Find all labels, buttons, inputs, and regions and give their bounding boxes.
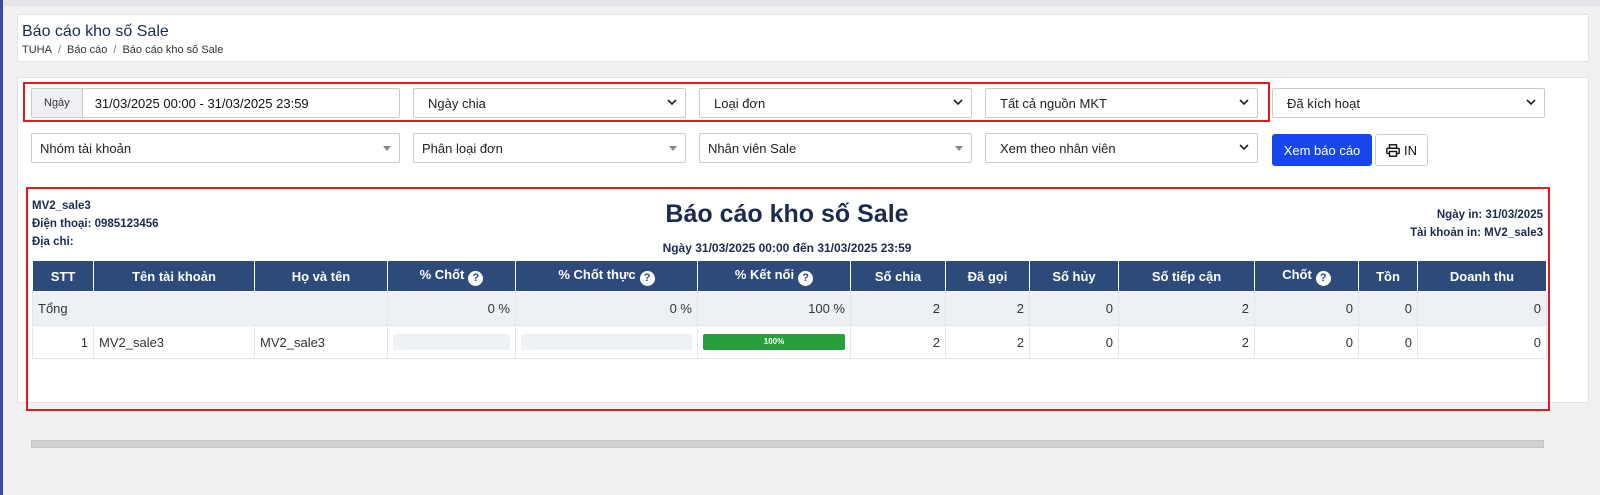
sale-staff-value: Nhân viên Sale [708, 140, 797, 156]
cell-assigned: 2 [850, 325, 946, 359]
total-pct-close-real: 0 % [515, 291, 698, 326]
cell-account: MV2_sale3 [93, 325, 255, 359]
question-circle-icon[interactable]: ? [468, 270, 484, 286]
cell-stt: 1 [32, 325, 94, 359]
date-range-input[interactable]: 31/03/2025 00:00 - 31/03/2025 23:59 [83, 96, 309, 111]
account-group-select[interactable]: Nhóm tài khoản [31, 133, 400, 163]
cell-cancelled: 0 [1029, 325, 1119, 359]
col-header-cancelled[interactable]: Số hủy [1029, 260, 1119, 292]
chevron-down-icon [1239, 99, 1249, 106]
chevron-down-icon [1526, 99, 1536, 106]
breadcrumb-item-home[interactable]: TUHA [22, 44, 52, 56]
total-label: Tổng [32, 291, 388, 326]
cell-called: 2 [945, 325, 1030, 359]
total-called: 2 [945, 291, 1030, 326]
activation-value: Đã kích hoạt [1287, 95, 1360, 111]
col-header-full-name[interactable]: Họ và tên [254, 260, 388, 292]
caret-down-icon [669, 146, 677, 151]
breadcrumb-item-current: Báo cáo kho số Sale [122, 44, 224, 56]
table-row[interactable]: 1 MV2_sale3 MV2_sale3 100% 2 2 0 2 0 0 0 [32, 325, 1547, 359]
cell-remaining: 0 [1358, 325, 1418, 359]
pct-close-real-bar [521, 334, 692, 350]
cell-pct-close [387, 325, 516, 359]
chevron-down-icon [667, 99, 677, 106]
total-closed: 0 [1254, 291, 1359, 326]
col-header-pct-connect[interactable]: % Kết nối? [697, 260, 851, 292]
chevron-down-icon [1239, 144, 1249, 151]
col-header-pct-close[interactable]: % Chốt? [387, 260, 516, 292]
question-circle-icon[interactable]: ? [639, 270, 655, 286]
mkt-source-value: Tất cả nguồn MKT [1000, 95, 1107, 111]
cell-pct-connect: 100% [697, 325, 851, 359]
date-range-field[interactable]: Ngày 31/03/2025 00:00 - 31/03/2025 23:59 [31, 88, 400, 118]
col-header-closed[interactable]: Chốt? [1254, 260, 1359, 292]
table-header-row: STT Tên tài khoản Họ và tên % Chốt? % Ch… [32, 260, 1547, 292]
mkt-source-select[interactable]: Tất cả nguồn MKT [985, 88, 1258, 118]
view-by-value: Xem theo nhân viên [1000, 140, 1116, 156]
view-by-select[interactable]: Xem theo nhân viên [985, 133, 1258, 163]
total-assigned: 2 [850, 291, 946, 326]
pct-close-bar [393, 334, 510, 350]
breadcrumb: TUHA / Báo cáo / Báo cáo kho số Sale [22, 44, 224, 56]
printer-icon [1386, 143, 1400, 157]
total-cancelled: 0 [1029, 291, 1119, 326]
col-header-reached[interactable]: Số tiếp cận [1118, 260, 1255, 292]
date-range-label: Ngày [32, 89, 83, 117]
report-print-account: Tài khoản in: MV2_sale3 [1410, 227, 1543, 239]
report-table: STT Tên tài khoản Họ và tên % Chốt? % Ch… [32, 260, 1547, 359]
question-circle-icon[interactable]: ? [798, 270, 814, 286]
print-button-label: IN [1404, 142, 1417, 158]
col-header-account[interactable]: Tên tài khoản [93, 260, 255, 292]
order-class-select[interactable]: Phân loại đơn [413, 133, 686, 163]
pct-connect-bar: 100% [703, 334, 845, 350]
col-header-assigned[interactable]: Số chia [850, 260, 946, 292]
total-revenue: 0 [1417, 291, 1547, 326]
page-title: Báo cáo kho số Sale [22, 23, 169, 40]
total-pct-connect: 100 % [697, 291, 851, 326]
report-date-range: Ngày 31/03/2025 00:00 đến 31/03/2025 23:… [662, 241, 912, 255]
question-circle-icon[interactable]: ? [1315, 270, 1331, 286]
order-type-select[interactable]: Loại đơn [699, 88, 972, 118]
chevron-down-icon [953, 99, 963, 106]
col-header-called[interactable]: Đã gọi [945, 260, 1030, 292]
print-button[interactable]: IN [1375, 134, 1428, 166]
sale-staff-select[interactable]: Nhân viên Sale [699, 133, 972, 163]
page-header: Báo cáo kho số Sale TUHA / Báo cáo / Báo cáo… [17, 14, 1589, 62]
col-header-pct-close-real[interactable]: % Chốt thực? [515, 260, 698, 292]
report-print-date: Ngày in: 31/03/2025 [1436, 209, 1543, 221]
cell-full-name: MV2_sale3 [254, 325, 388, 359]
caret-down-icon [383, 146, 391, 151]
horizontal-scrollbar[interactable] [31, 440, 1544, 448]
cell-reached: 2 [1118, 325, 1255, 359]
breadcrumb-item-reports[interactable]: Báo cáo [67, 44, 107, 56]
table-total-row: Tổng 0 % 0 % 100 % 2 2 0 2 0 0 0 [32, 291, 1547, 326]
top-strip [3, 0, 1600, 6]
col-header-revenue[interactable]: Doanh thu [1417, 260, 1547, 292]
order-class-value: Phân loại đơn [422, 140, 503, 156]
total-reached: 2 [1118, 291, 1255, 326]
col-header-remaining[interactable]: Tồn [1358, 260, 1418, 292]
activation-select[interactable]: Đã kích hoạt [1272, 88, 1545, 118]
date-type-select[interactable]: Ngày chia [413, 88, 686, 118]
cell-pct-close-real [515, 325, 698, 359]
total-remaining: 0 [1358, 291, 1418, 326]
cell-revenue: 0 [1417, 325, 1547, 359]
account-group-value: Nhóm tài khoản [40, 140, 132, 156]
report-title: Báo cáo kho số Sale [665, 200, 909, 228]
order-type-value: Loại đơn [714, 95, 766, 111]
col-header-stt[interactable]: STT [32, 260, 94, 292]
cell-closed: 0 [1254, 325, 1359, 359]
date-type-value: Ngày chia [428, 95, 486, 111]
total-pct-close: 0 % [387, 291, 516, 326]
caret-down-icon [955, 146, 963, 151]
view-report-button[interactable]: Xem báo cáo [1272, 134, 1372, 166]
